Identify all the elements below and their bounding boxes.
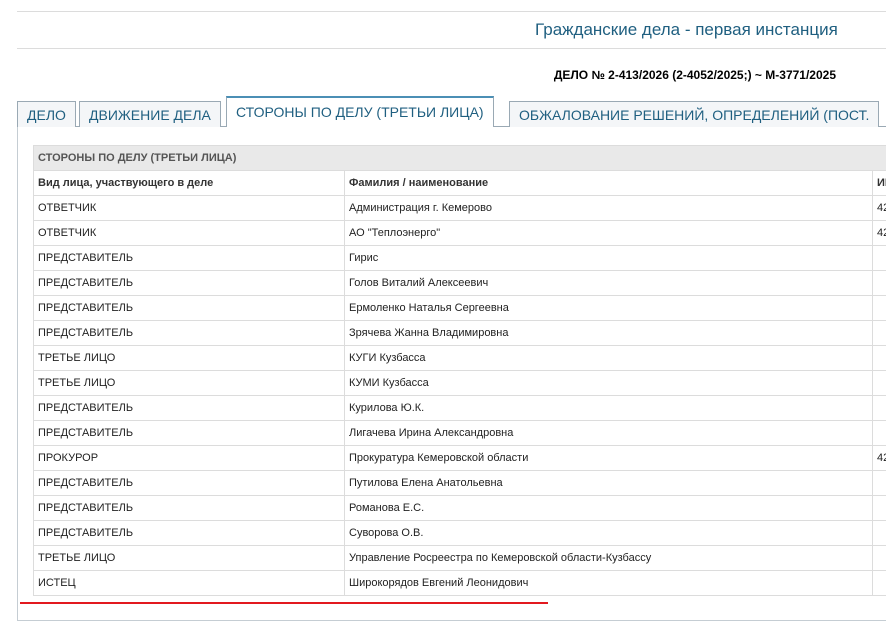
tab-appeals[interactable]: ОБЖАЛОВАНИЕ РЕШЕНИЙ, ОПРЕДЕЛЕНИЙ (ПОСТ. — [509, 101, 880, 127]
cell-party-name: Широкорядов Евгений Леонидович — [344, 570, 873, 596]
cell-party-type: ПРЕДСТАВИТЕЛЬ — [33, 470, 345, 496]
cell-party-name: КУГИ Кузбасса — [344, 345, 873, 371]
cell-party-name: Администрация г. Кемерово — [344, 195, 873, 221]
table-row: ПРЕДСТАВИТЕЛЬ Гирис — [33, 245, 886, 271]
cell-party-name: Голов Виталий Алексеевич — [344, 270, 873, 296]
cell-party-name: Прокуратура Кемеровской области — [344, 445, 873, 471]
cell-party-type: ПРЕДСТАВИТЕЛЬ — [33, 520, 345, 546]
cell-party-extra — [872, 570, 886, 596]
table-row: ОТВЕТЧИКАО "Теплоэнерго"42 — [33, 220, 886, 246]
parties-table: СТОРОНЫ ПО ДЕЛУ (ТРЕТЬИ ЛИЦА) Вид лица, … — [33, 145, 886, 596]
table-row: ОТВЕТЧИКАдминистрация г. Кемерово42 — [33, 195, 886, 221]
tab-panel: СТОРОНЫ ПО ДЕЛУ (ТРЕТЬИ ЛИЦА) Вид лица, … — [17, 127, 886, 621]
tab-case-movement[interactable]: ДВИЖЕНИЕ ДЕЛА — [79, 101, 221, 127]
cell-party-extra — [872, 495, 886, 521]
cell-party-type: ТРЕТЬЕ ЛИЦО — [33, 545, 345, 571]
tab-case[interactable]: ДЕЛО — [17, 101, 76, 127]
cell-party-name: Суворова О.В. — [344, 520, 873, 546]
cell-party-type: ТРЕТЬЕ ЛИЦО — [33, 370, 345, 396]
cell-party-extra — [872, 345, 886, 371]
column-header-extra: ИН — [872, 170, 886, 196]
table-row: ПРОКУРОР Прокуратура Кемеровской области 4… — [33, 445, 886, 471]
table-row: ТРЕТЬЕ ЛИЦО КУГИ Кузбасса — [33, 345, 886, 371]
cell-party-type: ПРЕДСТАВИТЕЛЬ — [33, 395, 345, 421]
cell-party-extra — [872, 395, 886, 421]
cell-party-type: ТРЕТЬЕ ЛИЦО — [33, 345, 345, 371]
top-divider — [17, 11, 886, 12]
cell-party-extra — [872, 245, 886, 271]
cell-party-type: ОТВЕТЧИК — [33, 220, 345, 246]
cell-party-type: ПРЕДСТАВИТЕЛЬ — [33, 295, 345, 321]
cell-party-type: ПРЕДСТАВИТЕЛЬ — [33, 245, 345, 271]
highlight-underline — [20, 602, 548, 604]
cell-party-type: ПРОКУРОР — [33, 445, 345, 471]
cell-party-extra — [872, 295, 886, 321]
table-row: ПРЕДСТАВИТЕЛЬ Лигачева Ирина Александровн… — [33, 420, 886, 446]
table-row: ПРЕДСТАВИТЕЛЬ Зрячева Жанна Владимировна — [33, 320, 886, 346]
cell-party-name: АО "Теплоэнерго" — [344, 220, 873, 246]
cell-party-type: ОТВЕТЧИК — [33, 195, 345, 221]
cell-party-name: Романова Е.С. — [344, 495, 873, 521]
case-number: ДЕЛО № 2-413/2026 (2-4052/2025;) ~ М-377… — [553, 68, 836, 82]
cell-party-extra — [872, 370, 886, 396]
cell-party-name: КУМИ Кузбасса — [344, 370, 873, 396]
page-title: Гражданские дела - первая инстанция — [535, 20, 838, 39]
table-row: ПРЕДСТАВИТЕЛЬ Романова Е.С. — [33, 495, 886, 521]
header-divider — [17, 48, 886, 49]
cell-party-name: Курилова Ю.К. — [344, 395, 873, 421]
cell-party-name: Ермоленко Наталья Сергеевна — [344, 295, 873, 321]
tab-bar: ДЕЛО ДВИЖЕНИЕ ДЕЛА СТОРОНЫ ПО ДЕЛУ (ТРЕТ… — [17, 96, 886, 128]
cell-party-type: ПРЕДСТАВИТЕЛЬ — [33, 495, 345, 521]
cell-party-type: ПРЕДСТАВИТЕЛЬ — [33, 270, 345, 296]
cell-party-extra — [872, 270, 886, 296]
cell-party-extra — [872, 545, 886, 571]
cell-party-extra: 42 — [872, 445, 886, 471]
cell-party-name: Путилова Елена Анатольевна — [344, 470, 873, 496]
cell-party-extra: 42 — [872, 220, 886, 246]
cell-party-extra — [872, 520, 886, 546]
cell-party-name: Лигачева Ирина Александровна — [344, 420, 873, 446]
table-row: ПРЕДСТАВИТЕЛЬ Путилова Елена Анатольевна — [33, 470, 886, 496]
table-row: ТРЕТЬЕ ЛИЦО КУМИ Кузбасса — [33, 370, 886, 396]
table-row: ТРЕТЬЕ ЛИЦО Управление Росреестра по Кеме… — [33, 545, 886, 571]
cell-party-extra — [872, 470, 886, 496]
table-row: ИСТЕЦ Широкорядов Евгений Леонидович — [33, 570, 886, 596]
table-row: ПРЕДСТАВИТЕЛЬ Голов Виталий Алексеевич — [33, 270, 886, 296]
cell-party-name: Зрячева Жанна Владимировна — [344, 320, 873, 346]
cell-party-extra — [872, 320, 886, 346]
cell-party-type: ПРЕДСТАВИТЕЛЬ — [33, 420, 345, 446]
table-row: ПРЕДСТАВИТЕЛЬ Суворова О.В. — [33, 520, 886, 546]
cell-party-extra: 42 — [872, 195, 886, 221]
cell-party-type: ПРЕДСТАВИТЕЛЬ — [33, 320, 345, 346]
cell-party-name: Управление Росреестра по Кемеровской обл… — [344, 545, 873, 571]
cell-party-extra — [872, 420, 886, 446]
column-header-type: Вид лица, участвующего в деле — [33, 170, 345, 196]
table-row: ПРЕДСТАВИТЕЛЬ Курилова Ю.К. — [33, 395, 886, 421]
cell-party-name: Гирис — [344, 245, 873, 271]
table-row: ПРЕДСТАВИТЕЛЬ Ермоленко Наталья Сергеевна — [33, 295, 886, 321]
column-header-name: Фамилия / наименование — [344, 170, 873, 196]
cell-party-type: ИСТЕЦ — [33, 570, 345, 596]
section-title: СТОРОНЫ ПО ДЕЛУ (ТРЕТЬИ ЛИЦА) — [33, 145, 886, 171]
tab-parties[interactable]: СТОРОНЫ ПО ДЕЛУ (ТРЕТЬИ ЛИЦА) — [226, 96, 494, 128]
